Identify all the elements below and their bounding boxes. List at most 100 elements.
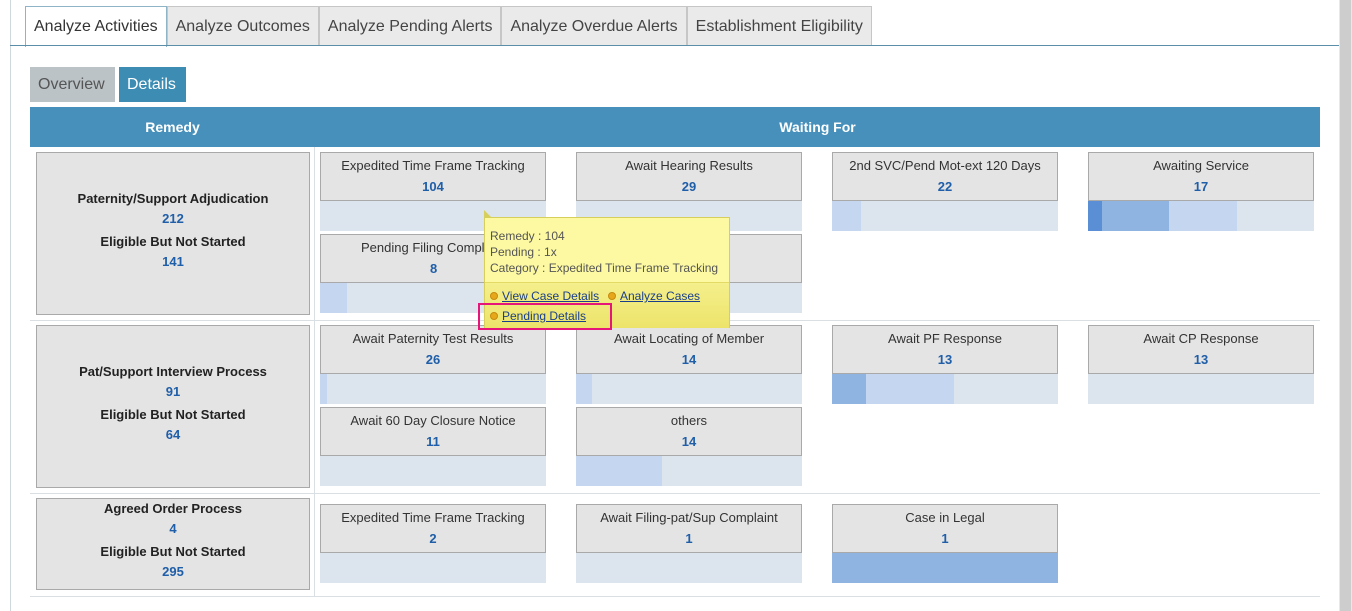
bar-segment [832, 374, 866, 404]
main-tabs: Analyze Activities Analyze Outcomes Anal… [25, 6, 872, 47]
waiting-bar [320, 456, 546, 486]
overview-button[interactable]: Overview [30, 67, 115, 102]
highlight-box [478, 303, 612, 330]
remedy-cell[interactable]: Pat/Support Interview Process 91 Eligibl… [36, 325, 310, 488]
waiting-bar [832, 374, 1058, 404]
waiting-bar [576, 553, 802, 583]
waiting-label: Await CP Response [1143, 331, 1259, 346]
eligible-count[interactable]: 64 [166, 427, 180, 442]
eligible-count[interactable]: 141 [162, 254, 184, 269]
waiting-card[interactable]: Expedited Time Frame Tracking 2 [320, 504, 546, 583]
waiting-card[interactable]: Await Locating of Member 14 [576, 325, 802, 404]
bar-segment [1101, 201, 1170, 231]
bar-segment [1088, 201, 1102, 231]
waiting-label: Await 60 Day Closure Notice [350, 413, 516, 428]
remedy-cell[interactable]: Paternity/Support Adjudication 212 Eligi… [36, 152, 310, 315]
bar-segment [832, 553, 1058, 583]
remedy-count[interactable]: 212 [162, 211, 184, 226]
waiting-count[interactable]: 1 [833, 531, 1057, 546]
waiting-count[interactable]: 13 [1089, 352, 1313, 367]
waiting-card[interactable]: Await CP Response 13 [1088, 325, 1314, 404]
waiting-label: Expedited Time Frame Tracking [341, 510, 525, 525]
waiting-bar [1088, 374, 1314, 404]
remedy-name: Paternity/Support Adjudication [77, 190, 269, 206]
waiting-label: Await Filing-pat/Sup Complaint [600, 510, 778, 525]
waiting-card[interactable]: Await PF Response 13 [832, 325, 1058, 404]
waiting-card[interactable]: Awaiting Service 17 [1088, 152, 1314, 231]
remedy-name: Agreed Order Process [103, 501, 242, 516]
waiting-bar [320, 374, 546, 404]
waiting-card[interactable]: Await Paternity Test Results 26 [320, 325, 546, 404]
view-toggle: Overview Details [30, 67, 186, 102]
analyze-cases-link[interactable]: Analyze Cases [608, 289, 700, 303]
remedy-name: Pat/Support Interview Process [79, 363, 267, 379]
waiting-bar [576, 456, 802, 486]
scrollbar-thumb[interactable] [1340, 0, 1351, 611]
tab-analyze-overdue-alerts[interactable]: Analyze Overdue Alerts [501, 6, 687, 46]
waiting-count[interactable]: 1 [577, 531, 801, 546]
waiting-count[interactable]: 29 [577, 179, 801, 194]
eligible-label: Eligible But Not Started [100, 233, 246, 249]
tab-establishment-eligibility[interactable]: Establishment Eligibility [686, 6, 872, 46]
waiting-card[interactable]: Case in Legal 1 [832, 504, 1058, 583]
waiting-label: others [670, 413, 708, 428]
details-button[interactable]: Details [119, 67, 186, 102]
tooltip-remedy: Remedy : 104 [490, 229, 565, 243]
view-case-details-link[interactable]: View Case Details [490, 289, 599, 303]
waiting-bar [576, 374, 802, 404]
eligible-count[interactable]: 295 [162, 564, 184, 579]
bullet-icon [608, 292, 616, 300]
eligible-label: Eligible But Not Started [100, 544, 246, 559]
waiting-label: 2nd SVC/Pend Mot-ext 120 Days [849, 158, 1041, 173]
waiting-count[interactable]: 14 [577, 352, 801, 367]
header-remedy: Remedy [145, 119, 200, 135]
remedy-count[interactable]: 91 [166, 384, 180, 399]
remedy-count[interactable]: 4 [169, 521, 176, 536]
bar-segment [832, 201, 862, 231]
waiting-count[interactable]: 14 [577, 434, 801, 449]
bar-segment [865, 374, 955, 404]
analyze-cases-label[interactable]: Analyze Cases [620, 289, 700, 303]
vertical-scrollbar[interactable] [1339, 0, 1352, 611]
tooltip-arrow [484, 210, 492, 218]
waiting-card[interactable]: Await Filing-pat/Sup Complaint 1 [576, 504, 802, 583]
waiting-label: Await Paternity Test Results [352, 331, 514, 346]
waiting-label: Case in Legal [905, 510, 985, 525]
tab-analyze-activities[interactable]: Analyze Activities [25, 6, 167, 47]
waiting-bar [832, 201, 1058, 231]
bar-segment [576, 456, 662, 486]
waiting-label: Awaiting Service [1153, 158, 1249, 173]
waiting-label: Await PF Response [888, 331, 1002, 346]
bar-segment [320, 283, 348, 313]
eligible-label: Eligible But Not Started [100, 406, 246, 422]
waiting-card[interactable]: others 14 [576, 407, 802, 486]
waiting-bar [832, 553, 1058, 583]
waiting-count[interactable]: 22 [833, 179, 1057, 194]
waiting-count[interactable]: 2 [321, 531, 545, 546]
waiting-count[interactable]: 26 [321, 352, 545, 367]
bullet-icon [490, 292, 498, 300]
waiting-bar [320, 553, 546, 583]
waiting-count[interactable]: 13 [833, 352, 1057, 367]
tab-analyze-outcomes[interactable]: Analyze Outcomes [166, 6, 319, 46]
tabs-divider [10, 45, 1339, 46]
header-waiting-for: Waiting For [779, 119, 856, 135]
bar-segment [320, 374, 327, 404]
waiting-count[interactable]: 11 [321, 434, 545, 449]
waiting-count[interactable]: 104 [321, 179, 545, 194]
table-header: Remedy Waiting For [30, 107, 1320, 147]
waiting-label: Expedited Time Frame Tracking [341, 158, 525, 173]
waiting-count[interactable]: 17 [1089, 179, 1313, 194]
bar-segment [576, 374, 592, 404]
waiting-card[interactable]: 2nd SVC/Pend Mot-ext 120 Days 22 [832, 152, 1058, 231]
waiting-bar [1088, 201, 1314, 231]
waiting-card[interactable]: Await 60 Day Closure Notice 11 [320, 407, 546, 486]
tooltip-pending: Pending : 1x [490, 245, 557, 259]
view-case-details-label[interactable]: View Case Details [502, 289, 599, 303]
waiting-label: Await Locating of Member [613, 331, 765, 346]
bar-segment [1169, 201, 1238, 231]
column-divider [314, 147, 315, 597]
remedy-cell[interactable]: Agreed Order Process 4 Eligible But Not … [36, 498, 310, 590]
waiting-label: Await Hearing Results [625, 158, 753, 173]
tab-analyze-pending-alerts[interactable]: Analyze Pending Alerts [318, 6, 502, 46]
